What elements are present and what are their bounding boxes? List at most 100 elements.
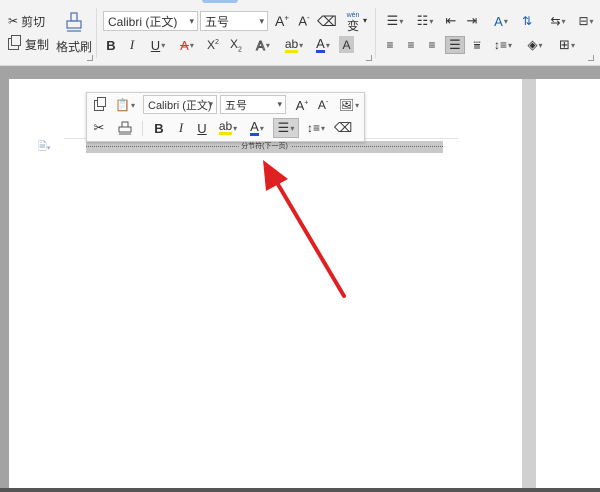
show-marks-button[interactable]: ⇆ ▾ [545, 11, 571, 31]
bullets-icon: ☰ [386, 13, 399, 28]
line-spacing-button[interactable]: ↕≡ ▾ [303, 119, 329, 137]
bullets-button[interactable]: ☰ ▾ [382, 11, 408, 31]
bold-button[interactable]: B [151, 119, 167, 137]
increase-indent-icon: ⇥ [466, 13, 478, 28]
copy-label: 复制 [25, 37, 50, 52]
ribbon-toolbar: ✂ 剪切 复制 格式刷 Calibri (正文) ▾ 五号 ▾ A+ A- ⌫ … [0, 0, 600, 66]
align-left-icon: ≡ [386, 38, 394, 52]
mini-font-size-select[interactable]: 五号 ▾ [220, 95, 286, 114]
char-shading-button[interactable]: A [339, 36, 354, 53]
align-right-icon: ≡ [428, 38, 436, 52]
clipboard-launcher[interactable] [87, 55, 93, 61]
copy-button[interactable]: 复制 [8, 35, 50, 52]
shrink-font-icon: A- [317, 98, 329, 112]
clear-format-button[interactable]: ⌫ [334, 119, 352, 137]
align-right-button[interactable]: ≡ [424, 35, 440, 55]
eraser-icon: ⌫ [333, 120, 353, 135]
status-bar-edge [0, 488, 600, 492]
format-painter-icon [66, 11, 82, 32]
grow-font-button[interactable]: A+ [273, 11, 291, 31]
separator [142, 121, 143, 136]
font-color-button[interactable]: A ▾ [311, 35, 335, 55]
paste-button[interactable]: 📋 ▾ [111, 96, 139, 114]
styles-icon: 🖼 [338, 98, 355, 112]
format-painter-icon [118, 121, 132, 135]
text-effect-icon: A [256, 37, 266, 53]
cut-icon: ✂ [8, 14, 19, 28]
next-document-page[interactable] [536, 79, 600, 492]
superscript-button[interactable]: X2 [204, 35, 222, 55]
shading-button[interactable]: ◈ ▾ [521, 35, 549, 55]
font-launcher[interactable] [366, 55, 372, 61]
mini-font-name-select[interactable]: Calibri (正文) ▾ [143, 95, 217, 114]
decrease-indent-button[interactable]: ⇤ [442, 11, 460, 31]
borders-button[interactable]: ⊞ ▾ [553, 35, 581, 55]
numbering-button[interactable]: ☷ ▾ [412, 11, 438, 31]
font-color-icon: A [250, 118, 259, 136]
highlight-button[interactable]: ab ▾ [215, 119, 241, 137]
mini-toolbar: 📋 ▾ Calibri (正文) ▾ 五号 ▾ A+ A- 🖼 ▾ ✂ B I U … [86, 92, 365, 142]
strikethrough-button[interactable]: A ▾ [175, 35, 199, 55]
strikethrough-icon: A [180, 37, 189, 53]
cut-button[interactable]: ✂ [90, 119, 108, 137]
font-size-select[interactable]: 五号 ▾ [200, 11, 268, 31]
align-center-icon: ≡ [407, 38, 415, 52]
clear-format-button[interactable]: ⌫ [317, 11, 337, 31]
grow-font-button[interactable]: A+ [293, 96, 311, 114]
separator [96, 8, 97, 58]
paragraph-icon[interactable]: 🗎▾ [38, 138, 50, 157]
chevron-down-icon: ▾ [259, 16, 264, 26]
line-spacing-icon: ↕≡ [493, 38, 507, 52]
justify-icon: ☰ [277, 120, 290, 135]
line-spacing-button[interactable]: ↕≡ ▾ [490, 35, 516, 55]
chevron-down-icon[interactable]: ▾ [363, 16, 367, 25]
justify-button[interactable]: ☰ ▾ [273, 118, 299, 138]
text-effect-button[interactable]: A ▾ [251, 35, 275, 55]
grow-font-icon: A+ [274, 13, 289, 29]
phonetic-guide-button[interactable]: wén 变 [342, 9, 364, 35]
text-direction-icon: A [494, 13, 503, 29]
cut-icon: ✂ [93, 120, 105, 135]
page-gap [522, 79, 536, 492]
align-left-button[interactable]: ≡ [382, 35, 398, 55]
justify-button[interactable]: ☰ [445, 36, 465, 54]
borders-icon: ⊞ [559, 37, 570, 52]
copy-icon [94, 96, 106, 111]
italic-button[interactable]: I [125, 35, 139, 55]
paragraph-launcher[interactable] [588, 55, 594, 61]
bold-button[interactable]: B [104, 35, 118, 55]
underline-button[interactable]: U [194, 119, 210, 137]
format-painter-label: 格式刷 [56, 39, 93, 54]
shrink-font-button[interactable]: A- [295, 11, 313, 31]
font-name-select[interactable]: Calibri (正文) ▾ [103, 11, 198, 31]
highlight-button[interactable]: ab ▾ [281, 35, 307, 55]
text-direction-button[interactable]: A ▾ [488, 11, 514, 31]
section-break-label: 分节符(下一页) [238, 141, 291, 153]
distributed-button[interactable]: ⩸ [468, 35, 486, 55]
increase-indent-button[interactable]: ⇥ [463, 11, 481, 31]
cut-button[interactable]: ✂ 剪切 [8, 13, 45, 29]
italic-icon: I [129, 37, 135, 52]
copy-button[interactable] [90, 96, 108, 114]
styles-button[interactable]: 🖼 ▾ [336, 96, 362, 114]
sort-button[interactable]: ⇅ [518, 11, 536, 31]
mini-font-name-value: Calibri (正文) [148, 99, 212, 112]
styles-icon: ⊟ [578, 14, 589, 28]
chevron-down-icon: ▾ [208, 99, 213, 109]
shrink-font-button[interactable]: A- [314, 96, 332, 114]
mini-font-size-value: 五号 [225, 99, 247, 112]
font-color-button[interactable]: A ▾ [245, 119, 269, 137]
subscript-button[interactable]: X2 [227, 35, 245, 55]
highlight-icon: ab [284, 36, 299, 53]
eraser-icon: ⌫ [317, 12, 337, 29]
underline-icon: U [150, 37, 161, 53]
styles-button[interactable]: ⊟ ▾ [575, 11, 597, 31]
underline-button[interactable]: U ▾ [146, 35, 170, 55]
format-painter-button[interactable] [115, 119, 135, 137]
italic-button[interactable]: I [173, 119, 189, 137]
format-painter-button[interactable]: 格式刷 [56, 10, 92, 56]
align-center-button[interactable]: ≡ [403, 35, 419, 55]
section-break[interactable]: 分节符(下一页) [86, 141, 443, 153]
copy-icon [8, 35, 21, 50]
active-tab-indicator [202, 0, 238, 3]
